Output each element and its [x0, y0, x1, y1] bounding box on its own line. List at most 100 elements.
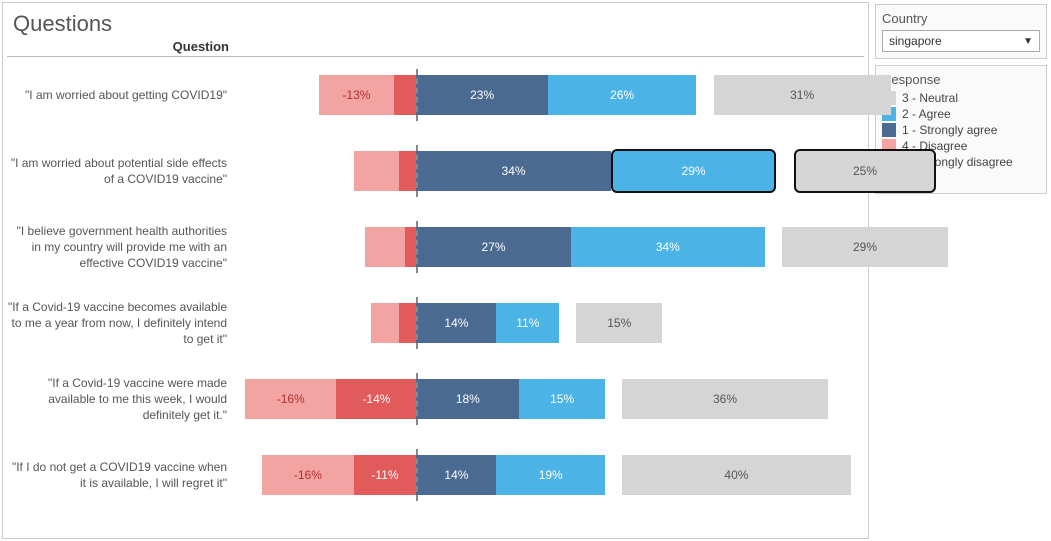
chart-area: 34%29%25%: [237, 145, 864, 197]
bar-segment-disagree[interactable]: [365, 227, 405, 267]
questions-panel: Questions Question "I am worried about g…: [2, 2, 869, 539]
chart-row: "If a Covid-19 vaccine becomes available…: [7, 285, 864, 361]
chart-cell: -13%23%26%31%: [237, 57, 864, 133]
bar-value-label: -16%: [277, 392, 305, 406]
bar-segment-sagree[interactable]: 34%: [416, 151, 610, 191]
bar-value-label: 14%: [444, 316, 468, 330]
question-label: "I am worried about getting COVID19": [7, 87, 237, 103]
chart-cell: -16% -14% 18% 15% 36%: [237, 361, 864, 437]
bar-segment-sdisagree[interactable]: [394, 75, 417, 115]
chart-area: -16% -11% 14% 19% 40%: [237, 449, 864, 501]
question-label: "I believe government health authorities…: [7, 223, 237, 272]
bar-segment-neutral[interactable]: 31%: [714, 75, 891, 115]
chart-area: -16% -14% 18% 15% 36%: [237, 373, 864, 425]
zero-axis: [416, 221, 418, 273]
bar-value-label: 34%: [502, 164, 526, 178]
bar-value-label: 15%: [550, 392, 574, 406]
bar-segment-sdisagree[interactable]: -11%: [354, 455, 417, 495]
chevron-down-icon: ▼: [1023, 36, 1033, 47]
bar-value-label: 18%: [456, 392, 480, 406]
bar-segment-sdisagree[interactable]: [399, 151, 416, 191]
bar-value-label: -11%: [371, 468, 398, 482]
chart-row: "If a Covid-19 vaccine were made availab…: [7, 361, 864, 437]
bar-segment-neutral[interactable]: 29%: [782, 227, 948, 267]
question-label: "If I do not get a COVID19 vaccine when …: [7, 459, 237, 491]
bar-value-label: -13%: [342, 88, 370, 102]
header-row: Question: [7, 39, 864, 57]
bar-segment-neutral[interactable]: 25%: [794, 149, 937, 193]
legend-label: 3 - Neutral: [902, 91, 958, 105]
bar-segment-disagree[interactable]: [354, 151, 400, 191]
bar-segment-disagree[interactable]: [371, 303, 400, 343]
zero-axis: [416, 449, 418, 501]
bar-value-label: 11%: [516, 316, 539, 330]
country-dropdown-value: singapore: [889, 34, 942, 48]
country-filter: Country singapore ▼: [875, 4, 1047, 59]
bar-segment-sagree[interactable]: 23%: [416, 75, 547, 115]
country-dropdown[interactable]: singapore ▼: [882, 30, 1040, 52]
bar-value-label: 15%: [607, 316, 631, 330]
dashboard-container: Questions Question "I am worried about g…: [0, 0, 1051, 541]
bar-value-label: 26%: [610, 88, 634, 102]
bar-segment-sagree[interactable]: 14%: [416, 303, 496, 343]
bar-segment-disagree[interactable]: -16%: [245, 379, 336, 419]
legend-item[interactable]: 1 - Strongly agree: [882, 123, 1040, 137]
chart-area: -13%23%26%31%: [237, 69, 864, 121]
bar-segment-sdisagree[interactable]: [405, 227, 416, 267]
bar-value-label: 27%: [482, 240, 506, 254]
question-label: "If a Covid-19 vaccine becomes available…: [7, 299, 237, 348]
zero-axis: [416, 373, 418, 425]
legend-item[interactable]: 3 - Neutral: [882, 91, 1040, 105]
bar-segment-agree[interactable]: 11%: [496, 303, 559, 343]
column-header-chart: [237, 39, 864, 57]
legend-swatch: [882, 123, 896, 137]
zero-axis: [416, 69, 418, 121]
bar-value-label: 40%: [724, 468, 748, 482]
bar-segment-agree[interactable]: 19%: [496, 455, 605, 495]
bar-value-label: 19%: [539, 468, 563, 482]
zero-axis: [416, 145, 418, 197]
bar-segment-neutral[interactable]: 15%: [576, 303, 662, 343]
question-label: "If a Covid-19 vaccine were made availab…: [7, 375, 237, 424]
bar-segment-neutral[interactable]: 40%: [622, 455, 851, 495]
bar-value-label: -16%: [294, 468, 322, 482]
chart-rows: "I am worried about getting COVID19" -13%…: [7, 57, 864, 513]
bar-segment-sagree[interactable]: 18%: [416, 379, 519, 419]
bar-segment-agree[interactable]: 15%: [519, 379, 605, 419]
side-panel: Country singapore ▼ Response 3 - Neutral…: [871, 0, 1051, 541]
chart-cell: 27%34%29%: [237, 209, 864, 285]
chart-cell: 14% 11% 15%: [237, 285, 864, 361]
bar-segment-disagree[interactable]: -13%: [319, 75, 393, 115]
country-filter-label: Country: [882, 11, 1040, 26]
chart-row: "If I do not get a COVID19 vaccine when …: [7, 437, 864, 513]
legend-label: 1 - Strongly agree: [902, 123, 997, 137]
bar-segment-sdisagree[interactable]: [399, 303, 416, 343]
bar-segment-disagree[interactable]: -16%: [262, 455, 353, 495]
chart-cell: 34%29%25%: [237, 133, 864, 209]
bar-value-label: 34%: [656, 240, 680, 254]
bar-value-label: 36%: [713, 392, 737, 406]
bar-value-label: 23%: [470, 88, 494, 102]
chart-row: "I believe government health authorities…: [7, 209, 864, 285]
legend-title: Response: [882, 72, 1040, 87]
bar-value-label: 29%: [682, 164, 706, 178]
bar-segment-sdisagree[interactable]: -14%: [336, 379, 416, 419]
bar-value-label: 29%: [853, 240, 877, 254]
zero-axis: [416, 297, 418, 349]
bar-segment-agree[interactable]: 34%: [571, 227, 765, 267]
column-header-question: Question: [7, 39, 237, 57]
bar-segment-sagree[interactable]: 27%: [416, 227, 570, 267]
panel-title: Questions: [13, 11, 864, 37]
bar-segment-sagree[interactable]: 14%: [416, 455, 496, 495]
bar-segment-neutral[interactable]: 36%: [622, 379, 828, 419]
bar-value-label: 25%: [853, 164, 877, 178]
legend-item[interactable]: 2 - Agree: [882, 107, 1040, 121]
chart-area: 27%34%29%: [237, 221, 864, 273]
bar-value-label: 14%: [444, 468, 468, 482]
legend-label: 2 - Agree: [902, 107, 951, 121]
bar-segment-agree[interactable]: 26%: [548, 75, 697, 115]
chart-row: "I am worried about getting COVID19" -13%…: [7, 57, 864, 133]
bar-segment-agree[interactable]: 29%: [611, 149, 777, 193]
question-label: "I am worried about potential side effec…: [7, 155, 237, 187]
chart-area: 14% 11% 15%: [237, 297, 864, 349]
